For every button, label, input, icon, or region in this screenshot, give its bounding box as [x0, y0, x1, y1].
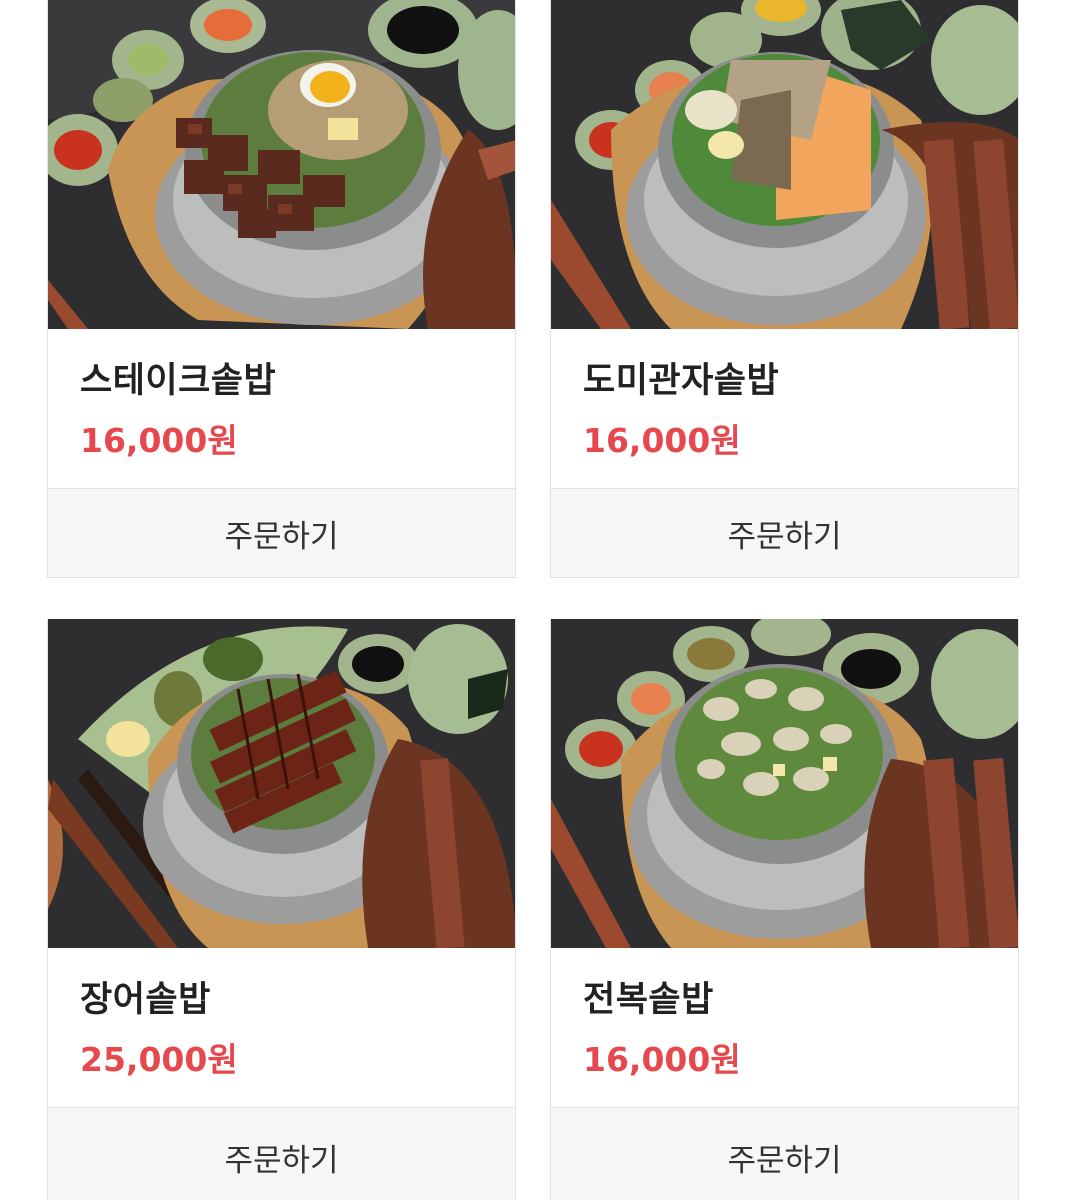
menu-card-sea-bream-scallop[interactable]: 도미관자솥밥 16,000원 주문하기	[550, 0, 1019, 578]
sea-bream-scallop-rice-pot-photo[interactable]	[551, 0, 1018, 329]
menu-card-steak[interactable]: 스테이크솥밥 16,000원 주문하기	[47, 0, 516, 578]
menu-card-eel[interactable]: 장어솥밥 25,000원 주문하기	[47, 619, 516, 1200]
steak-rice-pot-photo[interactable]	[48, 0, 515, 329]
order-button[interactable]: 주문하기	[48, 488, 515, 577]
eel-rice-pot-photo[interactable]	[48, 619, 515, 948]
menu-item-name: 장어솥밥	[80, 980, 211, 1020]
order-button[interactable]: 주문하기	[551, 1107, 1018, 1200]
menu-grid: 스테이크솥밥 16,000원 주문하기 도미관자솥밥 16,000원 주문하기 …	[0, 0, 1065, 1200]
menu-item-price: 16,000원	[583, 421, 741, 460]
menu-item-price: 16,000원	[583, 1040, 741, 1079]
order-button[interactable]: 주문하기	[551, 488, 1018, 577]
menu-card-abalone[interactable]: 전복솥밥 16,000원 주문하기	[550, 619, 1019, 1200]
menu-item-name: 스테이크솥밥	[80, 361, 277, 401]
menu-item-price: 25,000원	[80, 1040, 238, 1079]
order-button[interactable]: 주문하기	[48, 1107, 515, 1200]
abalone-rice-pot-photo[interactable]	[551, 619, 1018, 948]
menu-item-name: 전복솥밥	[583, 980, 714, 1020]
menu-item-price: 16,000원	[80, 421, 238, 460]
menu-item-name: 도미관자솥밥	[583, 361, 780, 401]
